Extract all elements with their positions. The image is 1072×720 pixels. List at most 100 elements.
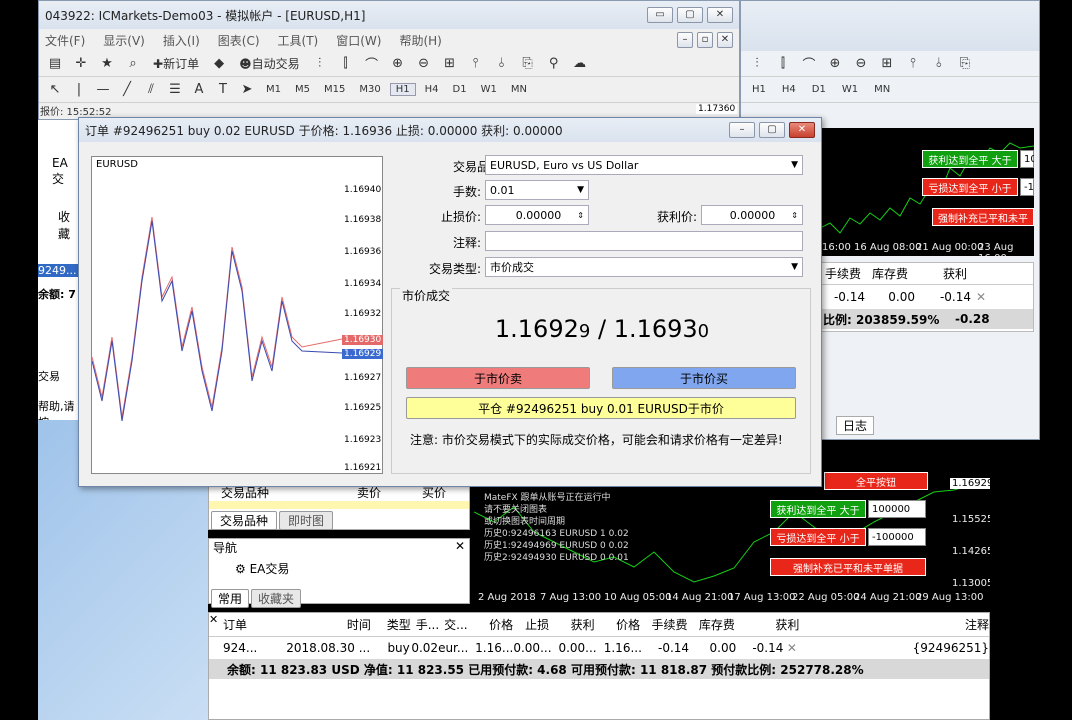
tp-input[interactable]: 0.00000 ⇕ (701, 205, 803, 225)
tf-w1[interactable]: W1 (476, 84, 502, 95)
tf-d1[interactable]: D1 (448, 84, 472, 95)
expert-icon[interactable]: ◆ (209, 54, 229, 74)
terminal-close-icon[interactable]: ✕ (209, 613, 218, 626)
comment-input[interactable] (485, 231, 803, 251)
magnifier-icon[interactable]: ⚲ (544, 54, 564, 74)
right-tf-h1[interactable]: H1 (747, 84, 771, 95)
sl-spin-icon[interactable]: ⇕ (577, 211, 584, 220)
maximize-button[interactable]: ▢ (677, 7, 703, 23)
right-tf-w1[interactable]: W1 (837, 84, 863, 95)
bottom-close-all-button[interactable]: 全平按钮 (824, 472, 928, 490)
left-item-ea[interactable]: EA交 (52, 156, 78, 187)
right-tf-h4[interactable]: H4 (777, 84, 801, 95)
hline-icon[interactable]: — (93, 80, 113, 100)
right-sl-value[interactable]: -1 (1020, 178, 1034, 196)
right-candle-icon[interactable]: ⫿ (773, 54, 793, 74)
bottom-tp-value[interactable]: 100000 (868, 500, 926, 518)
right-sl-all-button[interactable]: 亏损达到全平 小于 (922, 178, 1018, 196)
right-bar-icon[interactable]: ⫶ (747, 54, 767, 74)
nav-ea-item[interactable]: ⚙ EA交易 (209, 560, 469, 577)
bar-chart-icon[interactable]: ⫶ (310, 54, 330, 74)
crosshair-icon[interactable]: ✛ (71, 54, 91, 74)
new-chart-icon[interactable]: ▤ (45, 54, 65, 74)
tf-h4[interactable]: H4 (420, 84, 444, 95)
bottom-chart[interactable]: MateFX 跟单从账号正在运行中 请不要关闭图表 或切换图表时间周期 历史0:… (474, 472, 990, 608)
tf-h1[interactable]: H1 (389, 83, 416, 96)
text-icon[interactable]: A (189, 80, 209, 100)
right-tf-d1[interactable]: D1 (807, 84, 831, 95)
right-force-button[interactable]: 强制补充已平和未平 (932, 208, 1034, 226)
right-period-icon[interactable]: ⫯ (903, 54, 923, 74)
tf-mn[interactable]: MN (506, 84, 532, 95)
child-minimize-button[interactable]: – (677, 32, 693, 48)
nav-tab-fav[interactable]: 收藏夹 (251, 589, 302, 608)
right-tf-mn[interactable]: MN (869, 84, 895, 95)
bottom-force-button[interactable]: 强制补充已平和未平单据 (770, 558, 926, 576)
right-row[interactable]: -0.14 0.00 -0.14 ✕ (821, 285, 1033, 309)
right-template-icon[interactable]: ⎘ (955, 54, 975, 74)
term-row-close-icon[interactable]: ✕ (783, 641, 800, 655)
right-line-icon[interactable]: ⌒ (799, 54, 819, 74)
terminal-row[interactable]: 924... 2018.08.30 ... buy 0.02 eur... 1.… (209, 637, 989, 659)
mw-tab-tick[interactable]: 即时图 (279, 511, 334, 530)
tf-m5[interactable]: M5 (290, 84, 315, 95)
trendline-icon[interactable]: ╱ (117, 80, 137, 100)
right-zoom-out-icon[interactable]: ⊖ (851, 54, 871, 74)
menu-insert[interactable]: 插入(I) (163, 32, 200, 49)
line-chart-icon[interactable]: ⌒ (362, 54, 382, 74)
template-icon[interactable]: ⎘ (518, 54, 538, 74)
search-icon[interactable]: ⌕ (123, 54, 143, 74)
menu-help[interactable]: 帮助(H) (399, 32, 441, 49)
dialog-close-button[interactable]: ✕ (789, 122, 815, 138)
tile-icon[interactable]: ⊞ (440, 54, 460, 74)
candle-chart-icon[interactable]: ⫿ (336, 54, 356, 74)
sl-input[interactable]: 0.00000 ⇕ (485, 205, 589, 225)
volume-select[interactable]: 0.01 ▼ (485, 180, 589, 200)
channel-icon[interactable]: ⫽ (141, 80, 161, 100)
new-order-button[interactable]: ✚ 新订单 (149, 54, 203, 74)
type-select[interactable]: 市价成交 ▼ (485, 257, 803, 277)
minimize-button[interactable]: ▭ (647, 7, 673, 23)
left-item-order[interactable]: 9249... (38, 264, 78, 277)
close-button[interactable]: ✕ (707, 7, 733, 23)
zoom-out-icon[interactable]: ⊖ (414, 54, 434, 74)
dialog-maximize-button[interactable]: ▢ (759, 122, 785, 138)
right-log-tab[interactable]: 日志 (836, 416, 875, 435)
nav-tab-common[interactable]: 常用 (211, 589, 250, 608)
nav-close-icon[interactable]: ✕ (455, 539, 465, 556)
cursor-icon[interactable]: ↖ (45, 80, 65, 100)
tp-spin-icon[interactable]: ⇕ (791, 211, 798, 220)
label-icon[interactable]: T (213, 80, 233, 100)
right-tp-all-button[interactable]: 获利达到全平 大于 (922, 150, 1018, 168)
sell-button[interactable]: 于市价卖 (406, 367, 590, 389)
vline-icon[interactable]: | (69, 80, 89, 100)
tf-m15[interactable]: M15 (319, 84, 350, 95)
zoom-in-icon[interactable]: ⊕ (388, 54, 408, 74)
tf-m1[interactable]: M1 (261, 84, 286, 95)
auto-trade-button[interactable]: ☻ 自动交易 (235, 54, 304, 74)
fibo-icon[interactable]: ☰ (165, 80, 185, 100)
dialog-minimize-button[interactable]: – (729, 122, 755, 138)
child-close-button[interactable]: ✕ (717, 32, 733, 48)
right-row-close-icon[interactable]: ✕ (971, 290, 991, 304)
folder-icon[interactable]: ★ (97, 54, 117, 74)
bottom-sl-all-button[interactable]: 亏损达到全平 小于 (770, 528, 866, 546)
tf-m30[interactable]: M30 (354, 84, 385, 95)
right-chart[interactable]: 获利达到全平 大于 10 亏损达到全平 小于 -1 强制补充已平和未平 16:0… (820, 128, 1034, 256)
menu-chart[interactable]: 图表(C) (218, 32, 260, 49)
period-icon[interactable]: ⫯ (466, 54, 486, 74)
shift-icon[interactable]: ⫰ (492, 54, 512, 74)
menu-view[interactable]: 显示(V) (103, 32, 145, 49)
close-position-button[interactable]: 平仓 #92496251 buy 0.01 EURUSD于市价 (406, 397, 796, 419)
child-restore-button[interactable]: ▫ (697, 32, 713, 48)
menu-window[interactable]: 窗口(W) (336, 32, 381, 49)
arrow-icon[interactable]: ➤ (237, 80, 257, 100)
right-tp-value[interactable]: 10 (1020, 150, 1034, 168)
left-item-fav[interactable]: 收藏 (58, 208, 78, 242)
bottom-tp-all-button[interactable]: 获利达到全平 大于 (770, 500, 866, 518)
right-shift-icon[interactable]: ⫰ (929, 54, 949, 74)
right-zoom-in-icon[interactable]: ⊕ (825, 54, 845, 74)
left-item-trade[interactable]: 交易 (38, 368, 60, 384)
menu-file[interactable]: 文件(F) (45, 32, 85, 49)
mw-tab-symbols[interactable]: 交易品种 (211, 511, 278, 530)
